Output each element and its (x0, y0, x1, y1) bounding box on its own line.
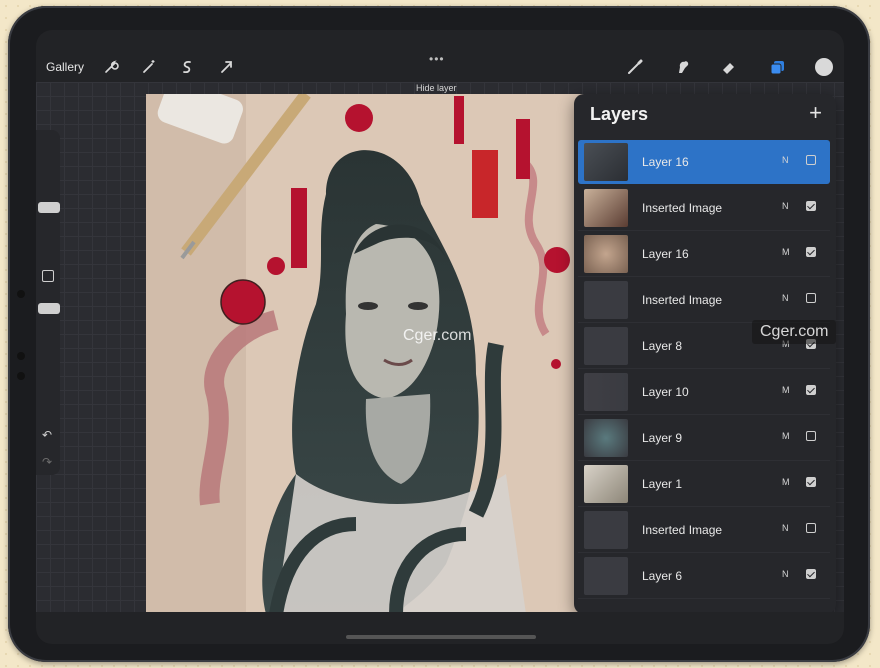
current-color-swatch[interactable] (815, 58, 833, 76)
visibility-checkbox[interactable] (806, 569, 816, 579)
watermark-text: Cger.com (752, 320, 837, 344)
modify-button[interactable] (42, 270, 54, 282)
layer-thumbnail (584, 465, 628, 503)
visibility-checkbox[interactable] (806, 293, 816, 303)
layer-row[interactable]: Layer 1 M (578, 462, 830, 507)
blend-mode[interactable]: M (782, 247, 790, 257)
layers-icon[interactable] (768, 58, 786, 76)
layer-thumbnail (584, 235, 628, 273)
layer-row[interactable]: Layer 10 M (578, 370, 830, 415)
add-layer-button[interactable]: + (809, 100, 822, 126)
blend-mode[interactable]: N (782, 569, 789, 579)
visibility-checkbox[interactable] (806, 523, 816, 533)
visibility-checkbox[interactable] (806, 155, 816, 165)
selection-icon[interactable] (178, 58, 196, 76)
gallery-button[interactable]: Gallery (46, 60, 84, 74)
layer-thumbnail (584, 511, 628, 549)
layer-thumbnail (584, 373, 628, 411)
undo-button[interactable]: ↶ (42, 428, 52, 442)
layer-name: Layer 9 (642, 431, 683, 445)
layer-row[interactable]: Layer 9 M (578, 416, 830, 461)
magic-wand-icon[interactable] (140, 58, 158, 76)
bottom-bar (36, 612, 844, 644)
blend-mode[interactable]: N (782, 523, 789, 533)
wrench-icon[interactable] (102, 58, 120, 76)
layer-thumbnail (584, 189, 628, 227)
layer-name: Layer 16 (642, 155, 689, 169)
layer-name: Inserted Image (642, 293, 723, 307)
transform-arrow-icon[interactable] (218, 58, 236, 76)
layer-row[interactable]: Inserted Image N (578, 186, 830, 231)
visibility-checkbox[interactable] (806, 201, 816, 211)
top-toolbar: Gallery ••• (36, 30, 844, 83)
home-indicator[interactable] (346, 635, 536, 639)
visibility-checkbox[interactable] (806, 431, 816, 441)
layer-name: Inserted Image (642, 523, 723, 537)
eraser-icon[interactable] (720, 58, 738, 76)
blend-mode[interactable]: M (782, 385, 790, 395)
hide-layer-hint: Hide layer (416, 83, 457, 93)
blend-mode[interactable]: M (782, 477, 790, 487)
layer-name: Inserted Image (642, 201, 723, 215)
redo-button[interactable]: ↷ (42, 455, 52, 469)
blend-mode[interactable]: N (782, 201, 789, 211)
layer-row[interactable]: Inserted Image N (578, 508, 830, 553)
blend-mode[interactable]: M (782, 431, 790, 441)
layers-panel: Layers + Layer 16 N Inserted Image N Layer 1… (574, 94, 836, 614)
artwork-canvas[interactable] (146, 94, 596, 616)
visibility-checkbox[interactable] (806, 385, 816, 395)
layer-thumbnail (584, 557, 628, 595)
layer-row[interactable]: Inserted Image N (578, 278, 830, 323)
layer-row[interactable]: Layer 16 M (578, 232, 830, 277)
blend-mode[interactable]: N (782, 293, 789, 303)
smudge-icon[interactable] (674, 58, 692, 76)
camera-dot (17, 290, 25, 298)
layer-thumbnail (584, 419, 628, 457)
layer-row[interactable]: Layer 6 N (578, 554, 830, 599)
layer-name: Layer 1 (642, 477, 683, 491)
layer-thumbnail (584, 281, 628, 319)
brush-size-slider[interactable] (38, 202, 60, 213)
sensor-dot (17, 372, 25, 380)
visibility-checkbox[interactable] (806, 477, 816, 487)
brush-icon[interactable] (626, 58, 644, 76)
opacity-slider[interactable] (38, 303, 60, 314)
artwork-illustration (146, 94, 596, 616)
more-options-dots[interactable]: ••• (429, 52, 445, 66)
layer-name: Layer 16 (642, 247, 689, 261)
blend-mode[interactable]: N (782, 155, 789, 165)
layer-name: Layer 10 (642, 385, 689, 399)
visibility-checkbox[interactable] (806, 247, 816, 257)
layer-name: Layer 8 (642, 339, 683, 353)
layer-thumbnail (584, 327, 628, 365)
layer-thumbnail (584, 143, 628, 181)
side-rail: ↶ ↷ (36, 130, 60, 475)
sensor-dot (17, 352, 25, 360)
watermark-text: Cger.com (403, 327, 472, 344)
layer-row[interactable]: Layer 16 N (578, 140, 830, 184)
layer-name: Layer 6 (642, 569, 683, 583)
layers-title: Layers (590, 104, 649, 124)
